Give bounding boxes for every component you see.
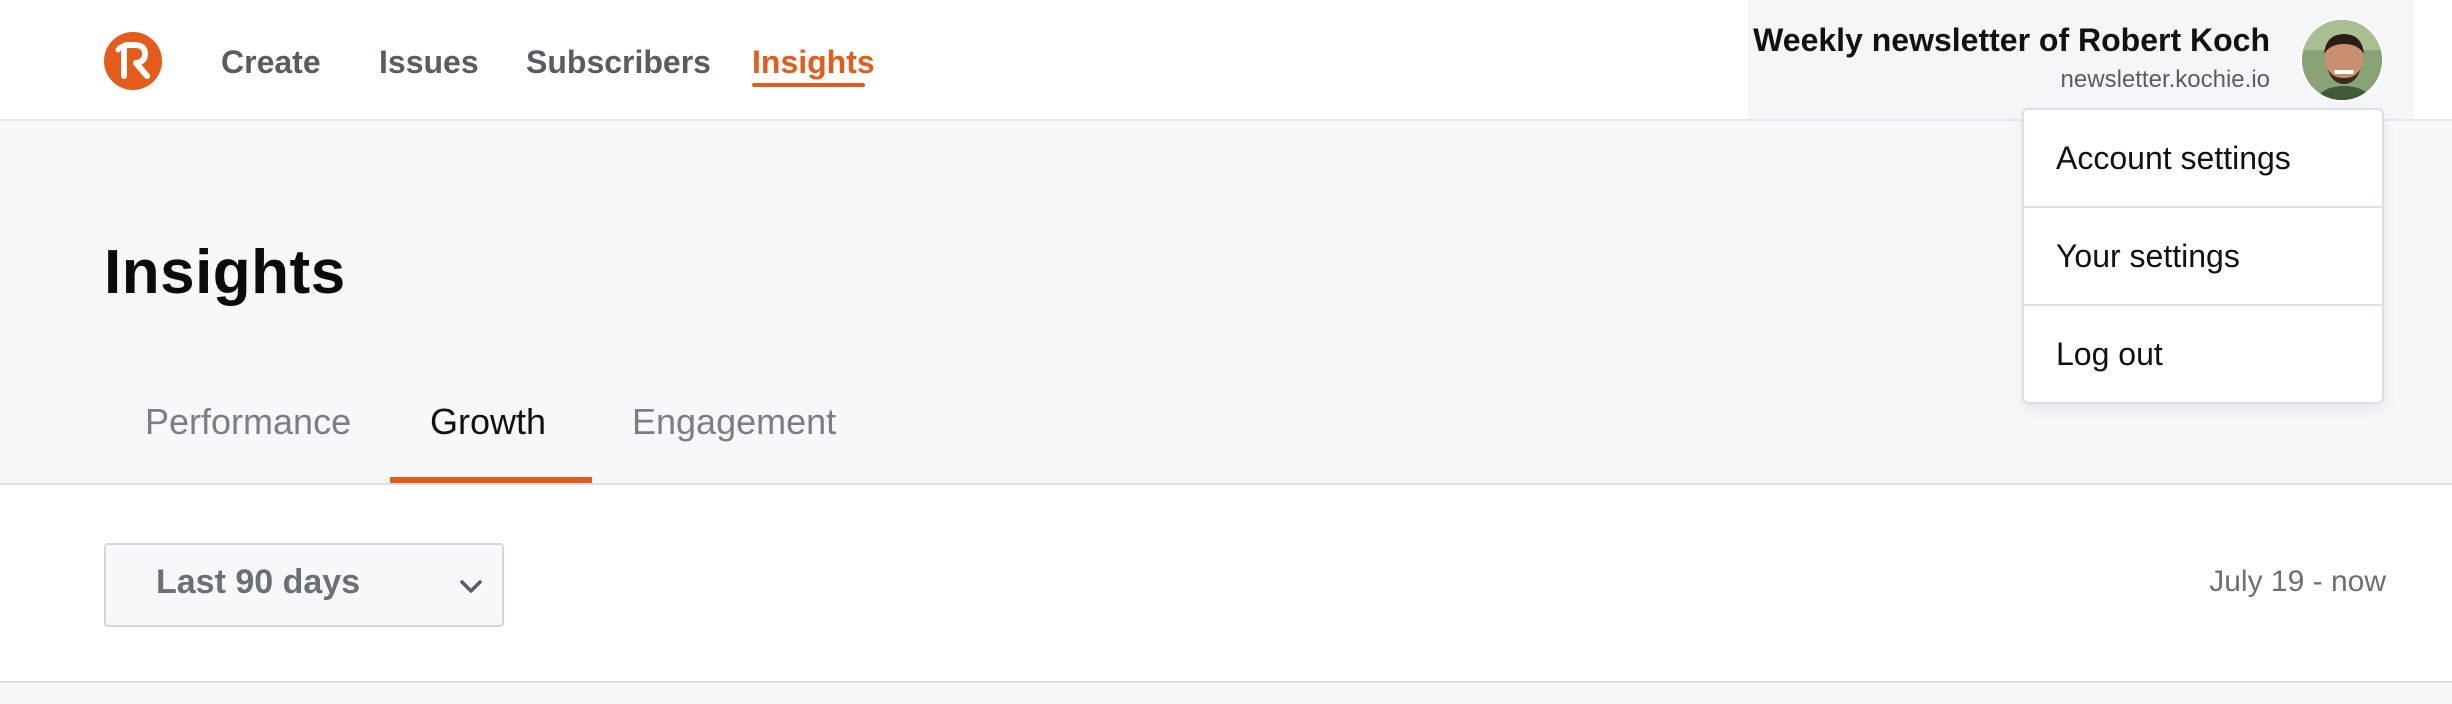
period-select[interactable]: Last 90 days [104,543,504,627]
menu-item-your-settings[interactable]: Your settings [2024,208,2382,304]
newsletter-title: Weekly newsletter of Robert Koch [1753,22,2270,58]
nav-subscribers[interactable]: Subscribers [526,40,711,84]
chevron-down-icon [460,580,482,593]
tab-active-underline [390,477,592,483]
account-dropdown-menu: Account settings Your settings Log out [2022,108,2384,404]
logo-r-icon [115,42,150,79]
nav-create[interactable]: Create [221,40,321,84]
page-title: Insights [104,238,346,307]
menu-item-log-out[interactable]: Log out [2024,306,2382,402]
period-select-value: Last 90 days [156,563,361,601]
tab-engagement[interactable]: Engagement [632,397,836,487]
account-switcher[interactable]: Weekly newsletter of Robert Koch newslet… [1748,0,2414,119]
nav-active-underline [752,83,865,87]
filter-row: Last 90 days July 19 - now [0,485,2452,683]
nav-issues[interactable]: Issues [379,40,479,84]
date-range-label: July 19 - now [2209,565,2386,598]
nav-insights[interactable]: Insights [752,40,875,84]
user-avatar-icon [2302,20,2382,100]
tab-growth[interactable]: Growth [430,397,546,487]
content-strip [0,683,2452,704]
menu-item-account-settings[interactable]: Account settings [2024,110,2382,206]
app-logo[interactable] [104,32,162,90]
tab-performance[interactable]: Performance [145,397,351,487]
top-navbar: Create Issues Subscribers Insights Weekl… [0,0,2452,121]
newsletter-domain: newsletter.kochie.io [2060,66,2270,93]
avatar[interactable] [2300,18,2384,102]
